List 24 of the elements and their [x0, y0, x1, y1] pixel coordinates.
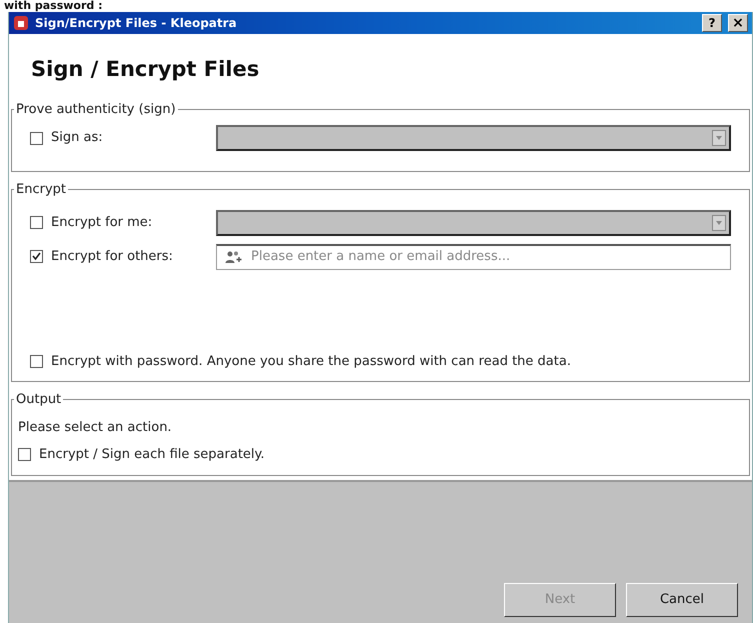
- option-label: Sign as:: [51, 129, 103, 148]
- instruction-text: Please select an action.: [18, 418, 173, 436]
- checkbox[interactable]: [30, 250, 43, 263]
- caption-text: with password :: [3, 0, 104, 12]
- app-icon: [13, 15, 29, 31]
- option-label: Encrypt for me:: [51, 214, 152, 232]
- option-label: Encrypt with password. Anyone you share the password with can read the data.: [51, 352, 571, 370]
- recipient-field[interactable]: Please enter a name or email address...: [216, 244, 731, 270]
- checkbox[interactable]: [18, 448, 31, 462]
- checkbox[interactable]: [30, 216, 43, 229]
- add-users-icon: [225, 250, 243, 264]
- help-button[interactable]: ?: [702, 14, 722, 32]
- group-title: Output: [15, 391, 62, 409]
- page-heading: Sign / Encrypt Files: [30, 56, 260, 83]
- option-label: Encrypt / Sign each file separately.: [39, 446, 265, 464]
- recipient-input[interactable]: Please enter a name or email address...: [251, 247, 722, 267]
- window-title: Sign/Encrypt Files - Kleopatra: [35, 15, 238, 32]
- group-title: Prove authenticity (sign): [15, 100, 177, 118]
- option-label: Encrypt for others:: [51, 248, 173, 266]
- checkbox[interactable]: [30, 354, 43, 368]
- checkbox[interactable]: [30, 132, 43, 144]
- close-button[interactable]: ×: [728, 14, 748, 32]
- dialog-button[interactable]: Cancel: [626, 583, 738, 617]
- group-title: Encrypt: [15, 181, 67, 199]
